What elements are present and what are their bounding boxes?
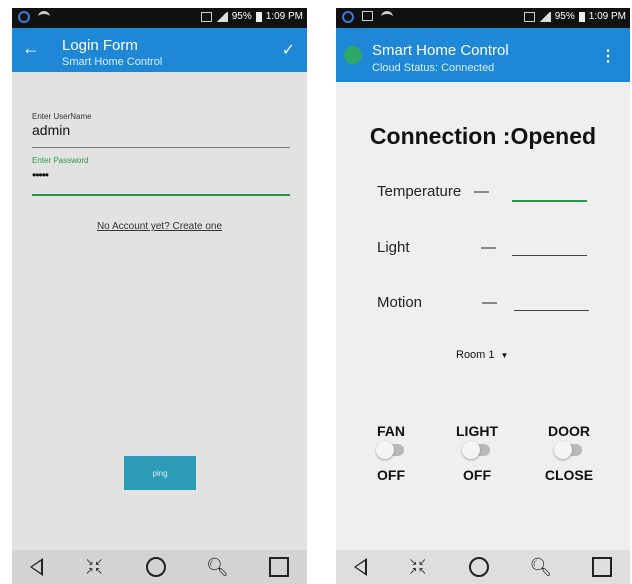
clock: 1:09 PM bbox=[265, 11, 303, 22]
notification-icon bbox=[342, 11, 354, 23]
check-icon[interactable]: ✓ bbox=[282, 40, 295, 60]
wifi-icon bbox=[38, 11, 50, 23]
room-dropdown[interactable]: Room 1 ▼ bbox=[456, 349, 508, 361]
sensor-label-motion: Motion bbox=[377, 294, 423, 311]
connection-status: Connection :Opened bbox=[369, 123, 597, 149]
nav-bar: ↘↙ ↗↖ 🔍︎ bbox=[336, 550, 630, 584]
sensor-label-temperature: Temperature bbox=[377, 183, 462, 200]
clock: 1:09 PM bbox=[588, 11, 626, 22]
create-account-link[interactable]: No Account yet? Create one bbox=[12, 221, 307, 232]
overflow-menu-icon[interactable]: ⋮ bbox=[600, 46, 616, 66]
door-toggle[interactable] bbox=[554, 441, 582, 459]
control-label-fan: FAN bbox=[377, 423, 405, 439]
motion-value-field[interactable] bbox=[514, 310, 589, 311]
recent-apps-icon[interactable] bbox=[591, 557, 612, 577]
toggle-knob bbox=[462, 441, 480, 459]
sensor-label-light: Light bbox=[377, 239, 410, 256]
fan-control: FAN OFF bbox=[356, 423, 426, 483]
control-label-light: LIGHT bbox=[456, 423, 498, 439]
light-toggle[interactable] bbox=[462, 441, 490, 459]
back-icon[interactable] bbox=[30, 558, 44, 576]
app-bar: ← Login Form Smart Home Control ✓ bbox=[12, 28, 307, 72]
ping-button[interactable]: ping bbox=[124, 456, 196, 490]
light-control: LIGHT OFF bbox=[442, 423, 512, 483]
login-screen: 95% 1:09 PM ← Login Form Smart Home Cont… bbox=[12, 8, 307, 584]
control-label-door: DOOR bbox=[548, 423, 590, 439]
status-bar: 95% 1:09 PM bbox=[336, 8, 630, 28]
search-icon[interactable]: 🔍︎ bbox=[202, 557, 232, 578]
notification-icon bbox=[18, 11, 30, 23]
toggle-knob bbox=[376, 441, 394, 459]
password-underline bbox=[32, 194, 290, 196]
password-label: Enter Password bbox=[32, 156, 89, 165]
recent-apps-icon[interactable] bbox=[268, 557, 289, 577]
fan-toggle[interactable] bbox=[376, 441, 404, 459]
fan-state: OFF bbox=[377, 467, 405, 483]
page-title: Login Form bbox=[62, 37, 138, 54]
app-logo-icon bbox=[344, 46, 362, 64]
light-state: OFF bbox=[463, 467, 491, 483]
sensor-dash: — bbox=[482, 294, 497, 311]
temperature-value-field[interactable] bbox=[512, 200, 587, 202]
door-control: DOOR CLOSE bbox=[534, 423, 604, 483]
toggle-knob bbox=[554, 441, 572, 459]
signal-icon bbox=[215, 11, 228, 22]
light-value-field[interactable] bbox=[512, 255, 587, 256]
home-icon[interactable] bbox=[145, 557, 166, 577]
battery-percent: 95% bbox=[554, 11, 575, 22]
door-state: CLOSE bbox=[544, 467, 594, 483]
battery-icon bbox=[578, 11, 585, 22]
status-bar: 95% 1:09 PM bbox=[12, 8, 307, 28]
wifi-icon bbox=[381, 11, 393, 23]
app-bar: Smart Home Control Cloud Status: Connect… bbox=[336, 28, 630, 82]
sensor-dash: — bbox=[474, 183, 489, 200]
battery-percent: 95% bbox=[231, 11, 252, 22]
sensor-dash: — bbox=[481, 239, 496, 256]
compress-icon[interactable]: ↘↙ ↗↖ bbox=[403, 558, 433, 577]
signal-icon bbox=[538, 11, 551, 22]
caret-down-icon: ▼ bbox=[500, 351, 509, 360]
data-icon bbox=[200, 11, 212, 22]
image-icon bbox=[362, 11, 373, 21]
page-title: Smart Home Control bbox=[372, 42, 509, 59]
password-field[interactable]: ••••• bbox=[32, 168, 49, 182]
data-icon bbox=[523, 11, 535, 22]
username-label: Enter UserName bbox=[32, 112, 92, 121]
page-subtitle: Smart Home Control bbox=[62, 56, 163, 68]
compress-icon[interactable]: ↘↙ ↗↖ bbox=[80, 558, 110, 577]
back-icon[interactable] bbox=[354, 558, 368, 576]
battery-icon bbox=[255, 11, 262, 22]
home-icon[interactable] bbox=[469, 557, 490, 577]
room-selected: Room 1 bbox=[456, 349, 495, 361]
username-field[interactable]: admin bbox=[32, 122, 70, 138]
smart-home-screen: 95% 1:09 PM Smart Home Control Cloud Sta… bbox=[336, 8, 630, 584]
back-arrow-icon[interactable]: ← bbox=[22, 38, 40, 59]
search-icon[interactable]: 🔍︎ bbox=[526, 557, 556, 578]
username-underline bbox=[32, 147, 290, 148]
cloud-status: Cloud Status: Connected bbox=[372, 62, 495, 74]
nav-bar: ↘↙ ↗↖ 🔍︎ bbox=[12, 550, 307, 584]
